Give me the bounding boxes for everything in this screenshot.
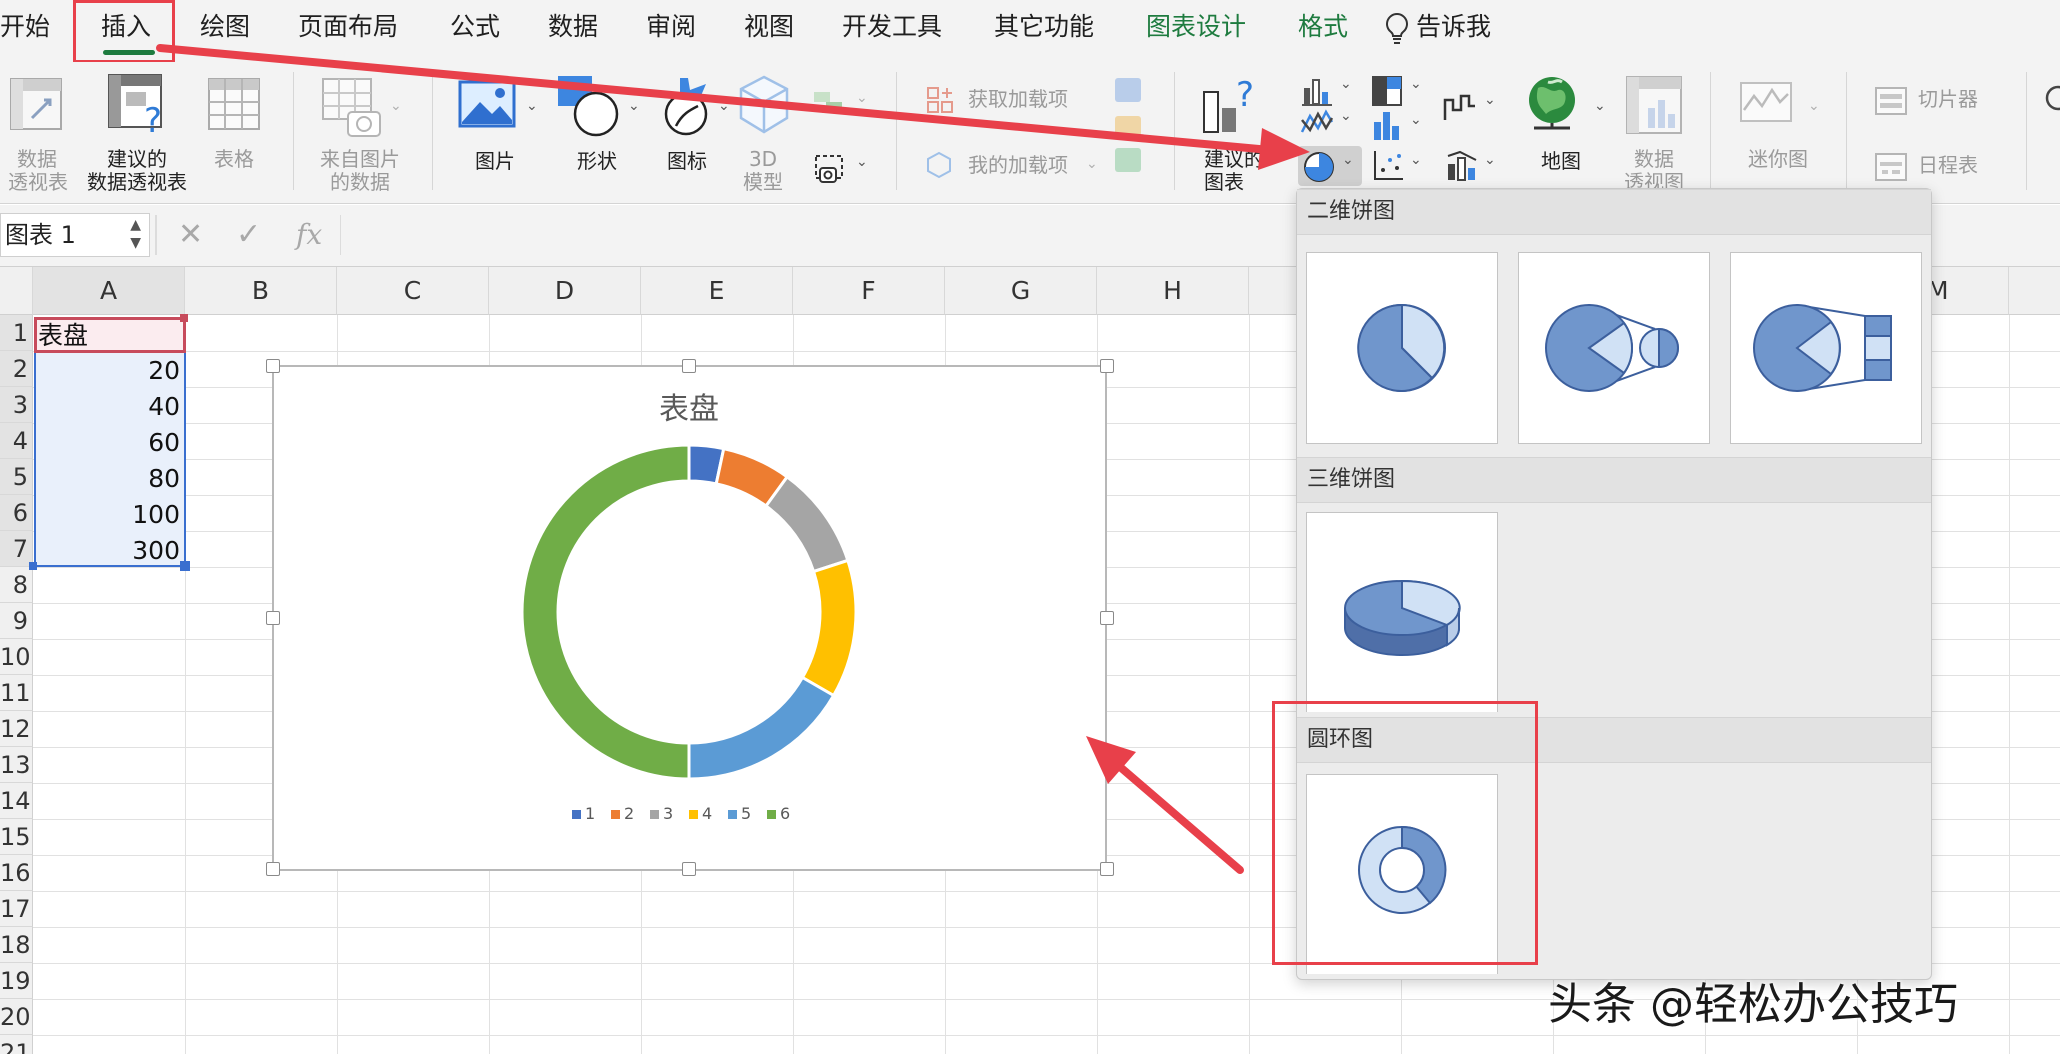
annotation-arrows [156,44,1310,874]
watermark-text: 头条 @轻松办公技巧 [1548,979,1958,1030]
arrow-line [1108,756,1244,874]
arrow-line [156,44,1274,154]
arrow-head [1258,128,1310,170]
